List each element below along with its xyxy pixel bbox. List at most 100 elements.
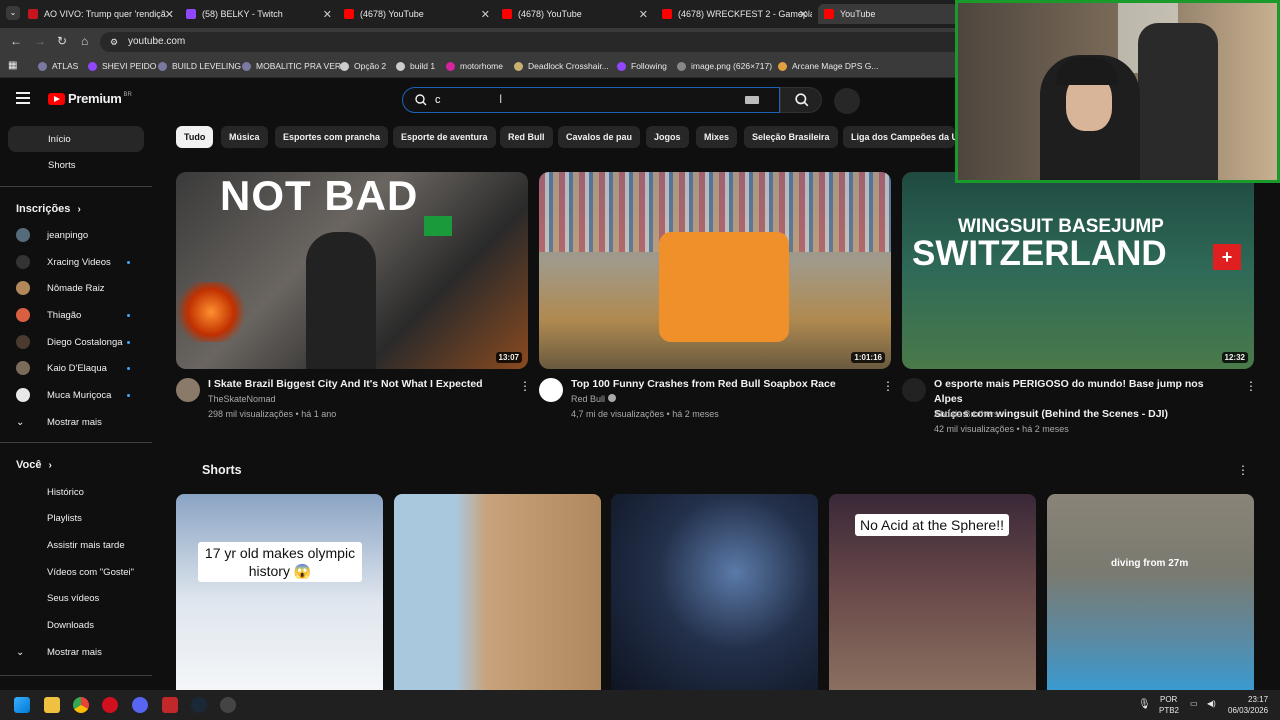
microphone-icon[interactable]: 🎙 [1138,699,1151,710]
chip-brazil-team[interactable]: Seleção Brasileira [744,126,838,148]
close-icon[interactable]: ✕ [481,8,490,21]
bookmark-item[interactable]: image.png (626×717) [677,61,772,71]
browser-tab[interactable]: (4678) YouTube ✕ [502,4,652,24]
reload-icon[interactable]: ↻ [57,34,67,48]
subscriptions-heading[interactable]: Inscrições › [16,203,81,215]
apps-grid-icon[interactable]: ▦ [8,60,17,71]
hamburger-menu-icon[interactable] [16,92,30,104]
video-thumbnail[interactable]: 1:01:16 [539,172,891,369]
clock-date[interactable]: 06/03/2026 [1228,706,1268,715]
more-options-icon[interactable]: ⋮ [1245,379,1257,393]
bookmark-item[interactable]: Following [617,61,667,71]
bookmark-item[interactable]: Deadlock Crosshair... [514,61,609,71]
steam-icon[interactable] [191,697,207,713]
site-info-icon[interactable]: ⚙ [110,32,118,52]
channel-name[interactable]: Red Bull [571,394,616,404]
sidebar-item-history[interactable]: Histórico [16,481,146,503]
search-input[interactable]: c I [402,87,780,113]
browser-tab[interactable]: (58) BELKY - Twitch ✕ [186,4,336,24]
chrome-icon[interactable] [73,697,89,713]
forward-arrow-icon[interactable]: → [34,34,46,48]
show-more-subscriptions[interactable]: ⌄ Mostrar mais [16,411,146,433]
more-options-icon[interactable]: ⋮ [519,379,531,393]
show-more-you[interactable]: ⌄ Mostrar mais [16,641,146,663]
bookmark-item[interactable]: build 1 [396,61,435,71]
browser-tab[interactable]: (4678) WRECKFEST 2 - Gamepla ✕ [662,4,812,24]
short-thumbnail[interactable]: diving from 27m [1047,494,1254,690]
chip-board-sports[interactable]: Esportes com prancha [275,126,389,148]
channel-avatar[interactable] [176,378,200,402]
video-thumbnail[interactable]: WINGSUIT BASEJUMP SWITZERLAND + 12:32 [902,172,1254,369]
browser-tab[interactable]: (4678) YouTube ✕ [344,4,494,24]
url-bar[interactable]: ⚙ youtube.com [100,32,980,52]
windows-start-icon[interactable] [14,697,30,713]
keyboard-language[interactable]: POR [1160,695,1177,704]
subscription-item[interactable]: Nômade Raiz [16,277,146,299]
bookmark-item[interactable]: Arcane Mage DPS G... [778,61,878,71]
chip-red-bull[interactable]: Red Bull [500,126,553,148]
network-icon[interactable]: ▭ [1190,699,1198,708]
browser-tab-active[interactable]: YouTube [818,4,958,24]
channel-name[interactable]: Abdala Brothers [934,409,999,419]
subscription-item[interactable]: Diego Costalonga [16,331,146,353]
app-icon[interactable] [220,697,236,713]
you-heading[interactable]: Você › [16,459,52,471]
sidebar-item-home[interactable]: Início [8,126,144,152]
youtube-premium-logo[interactable]: Premium BR [48,91,132,106]
chip-all[interactable]: Tudo [176,126,214,148]
close-icon[interactable]: ✕ [165,8,174,21]
bookmark-item[interactable]: ATLAS [38,61,78,71]
channel-avatar[interactable] [539,378,563,402]
short-thumbnail[interactable] [394,494,601,690]
bookmark-item[interactable]: SHEVI PEIDO [88,61,156,71]
subscription-item[interactable]: Kaio D'Elaqua [16,357,146,379]
keyboard-icon[interactable] [745,96,759,104]
keyboard-layout[interactable]: PTB2 [1159,706,1179,715]
subscription-item[interactable]: Thiagão [16,304,146,326]
bookmark-item[interactable]: BUILD LEVELING [158,61,241,71]
chip-mixes[interactable]: Mixes [696,126,738,148]
browser-tab[interactable]: AO VIVO: Trump quer 'rendiçã ✕ [28,4,178,24]
channel-avatar[interactable] [902,378,926,402]
channel-name[interactable]: TheSkateNomad [208,394,276,404]
sidebar-item-downloads[interactable]: Downloads [16,614,146,636]
close-icon[interactable]: ✕ [799,8,808,21]
chip-champions-league[interactable]: Liga dos Campeões da U [843,126,955,148]
sidebar-item-playlists[interactable]: Playlists [16,507,146,529]
subscription-item[interactable]: Xracing Videos [16,251,146,273]
subscription-item[interactable]: jeanpingo [16,224,146,246]
search-button[interactable] [780,87,822,113]
chip-adventure-sports[interactable]: Esporte de aventura [393,126,496,148]
subscription-item[interactable]: Muca Muriçoca [16,384,146,406]
voice-search-button[interactable] [834,88,860,114]
sidebar-item-watch-later[interactable]: Assistir mais tarde [16,534,146,556]
bookmark-item[interactable]: MOBALITIC PRA VER [242,61,341,71]
more-options-icon[interactable]: ⋮ [1237,463,1249,477]
short-thumbnail[interactable]: 17 yr old makes olympic history 😱 [176,494,383,690]
discord-icon[interactable] [132,697,148,713]
more-options-icon[interactable]: ⋮ [882,379,894,393]
volume-icon[interactable]: ◀) [1207,699,1216,708]
chip-drifting[interactable]: Cavalos de pau [558,126,641,148]
clock-time[interactable]: 23:17 [1248,695,1268,704]
tab-list-chevron-icon[interactable]: ⌄ [6,6,20,20]
sidebar-item-your-videos[interactable]: Seus vídeos [16,587,146,609]
video-thumbnail[interactable]: NOT BAD 13:07 [176,172,528,369]
close-icon[interactable]: ✕ [639,8,648,21]
sidebar-item-liked[interactable]: Vídeos com "Gostei" [16,561,146,583]
home-icon[interactable]: ⌂ [81,34,88,48]
sidebar-item-shorts[interactable]: Shorts [8,152,144,178]
chip-music[interactable]: Música [221,126,268,148]
short-thumbnail[interactable] [611,494,818,690]
bookmark-item[interactable]: Opção 2 [340,61,386,71]
chip-games[interactable]: Jogos [646,126,689,148]
video-title[interactable]: Top 100 Funny Crashes from Red Bull Soap… [571,377,871,392]
close-icon[interactable]: ✕ [323,8,332,21]
app-icon[interactable] [162,697,178,713]
opera-icon[interactable] [102,697,118,713]
bookmark-item[interactable]: motorhome [446,61,503,71]
file-explorer-icon[interactable] [44,697,60,713]
back-arrow-icon[interactable]: ← [10,34,22,48]
video-title[interactable]: I Skate Brazil Biggest City And It's Not… [208,377,508,392]
short-thumbnail[interactable]: No Acid at the Sphere!! [829,494,1036,690]
